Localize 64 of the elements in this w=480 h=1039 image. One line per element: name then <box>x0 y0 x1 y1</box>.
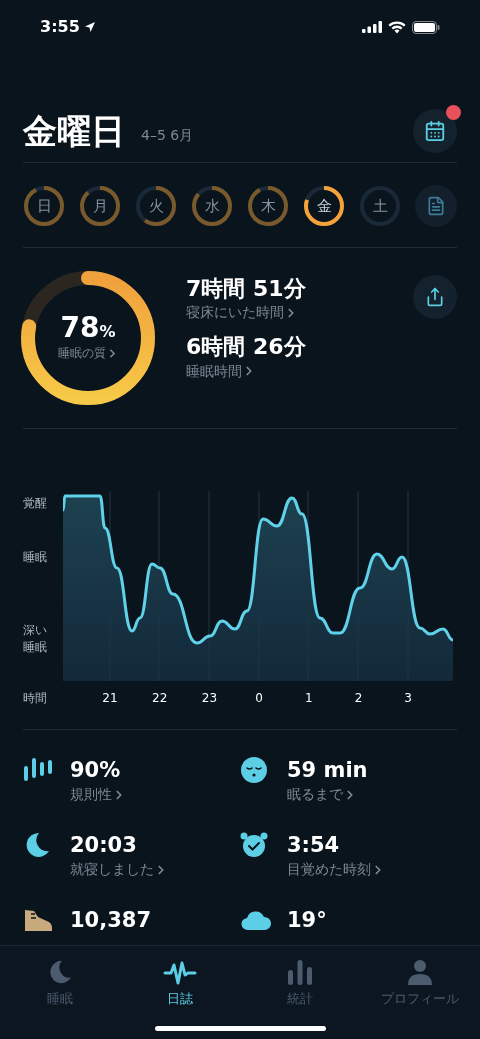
quality-value: 78 <box>60 314 100 342</box>
duration-value: 7時間 51分 <box>186 274 306 302</box>
time-tick: 1 <box>305 690 313 707</box>
day-ring[interactable]: 金 <box>303 185 345 227</box>
stat-label: 規則性 <box>70 785 112 804</box>
bars-icon <box>23 756 53 784</box>
day-ring[interactable]: 土 <box>359 185 401 227</box>
duration-value: 6時間 26分 <box>186 333 306 361</box>
stat-value: 3:54 <box>287 832 341 859</box>
cloud-icon <box>240 908 272 932</box>
status-time: 3:55 <box>40 16 80 38</box>
time-tick: 22 <box>152 690 168 707</box>
stat-label: 眠るまで <box>287 785 343 804</box>
signal-icon <box>362 21 382 33</box>
wifi-icon <box>388 20 406 34</box>
day-ring[interactable]: 水 <box>191 185 233 227</box>
day-ring[interactable]: 月 <box>79 185 121 227</box>
axis-title: 時間 <box>23 690 47 707</box>
sleep-quality-ring[interactable]: 78% 睡眠の質 <box>21 271 155 405</box>
share-icon <box>425 287 445 307</box>
time-tick: 0 <box>255 690 263 707</box>
calendar-icon <box>424 120 446 142</box>
stat-value: 59 min <box>287 757 368 784</box>
share-button[interactable] <box>413 275 457 319</box>
stat-value: 20:03 <box>70 832 138 859</box>
moon-icon <box>47 958 73 985</box>
time-tick: 21 <box>102 690 118 707</box>
sleepy-face-icon <box>240 756 268 784</box>
day-label: 木 <box>260 195 276 217</box>
day-title: 金曜日 <box>23 114 125 148</box>
day-label: 土 <box>372 195 388 217</box>
day-label: 日 <box>36 195 52 217</box>
time-tick: 2 <box>354 690 363 707</box>
day-ring[interactable]: 日 <box>23 185 65 227</box>
duration-label: 睡眠時間 <box>186 361 242 381</box>
day-label: 水 <box>204 195 220 217</box>
day-ring[interactable]: 火 <box>135 185 177 227</box>
stat-value: 19° <box>287 907 327 934</box>
time-tick: 23 <box>201 690 218 707</box>
tab[interactable]: 日誌 <box>120 946 240 1008</box>
bars-icon <box>287 958 313 985</box>
quality-label: 睡眠の質 <box>57 345 106 362</box>
day-label: 金 <box>316 195 332 217</box>
day-label: 月 <box>92 195 108 217</box>
day-label: 火 <box>148 195 164 217</box>
time-tick: 3 <box>404 690 412 707</box>
percent-unit: % <box>99 321 116 343</box>
axis-label: 睡眠 <box>23 639 47 656</box>
date-range: 4–5 6月 <box>141 126 194 145</box>
stat-value: 90% <box>70 757 122 784</box>
battery-icon <box>412 20 440 34</box>
stat-value: 10,387 <box>70 907 152 934</box>
axis-label: 覚醒 <box>23 495 47 512</box>
stat-label: 就寝しました <box>70 860 154 879</box>
person-icon <box>407 958 433 985</box>
stat-label: 目覚めた時刻 <box>287 860 371 879</box>
document-icon <box>426 196 446 216</box>
location-arrow-icon <box>83 21 96 33</box>
day-ring[interactable]: 木 <box>247 185 289 227</box>
alarm-clock-icon <box>240 831 268 859</box>
document-button[interactable] <box>415 185 457 227</box>
axis-label: 深い <box>23 622 47 639</box>
duration-label: 寝床にいた時間 <box>186 303 284 322</box>
axis-label: 睡眠 <box>23 549 47 566</box>
